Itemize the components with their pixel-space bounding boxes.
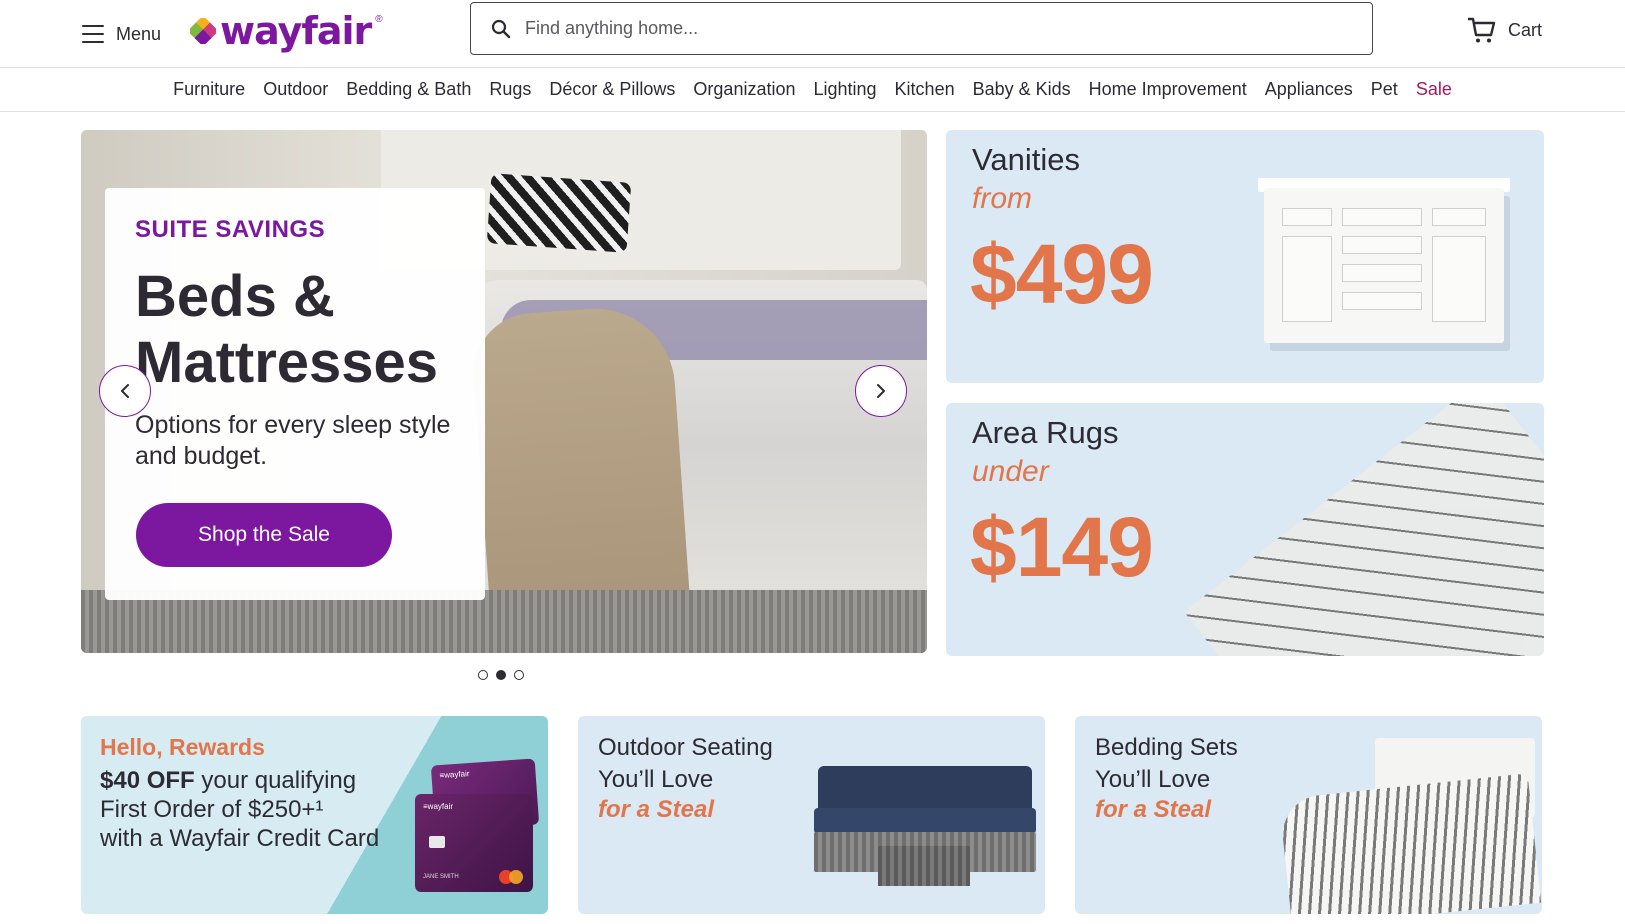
vanity-drawer (1342, 292, 1422, 310)
bedding-set-image (1278, 773, 1542, 914)
rewards-line-1: your qualifying (194, 767, 357, 794)
bedding-steal: for a Steal (1095, 796, 1212, 823)
promo-vanities-price: $499 (970, 227, 1154, 321)
carousel-dot-2[interactable] (496, 670, 506, 680)
menu-label: Menu (116, 23, 162, 44)
chevron-right-icon (877, 384, 885, 398)
nav-baby-kids[interactable]: Baby & Kids (973, 79, 1071, 100)
card-brand-text: ≡wayfair (439, 769, 470, 781)
carousel-dots (478, 670, 524, 680)
card-chip-icon (429, 836, 445, 848)
menu-button[interactable]: Menu (82, 16, 161, 52)
vanity-drawer (1282, 208, 1332, 226)
nav-decor-pillows[interactable]: Décor & Pillows (549, 79, 675, 100)
outdoor-steal: for a Steal (598, 796, 715, 823)
promo-vanities-label: Vanities (972, 142, 1080, 177)
vanity-drawer (1342, 208, 1422, 226)
rewards-line-2: First Order of $250+¹ (100, 796, 324, 823)
logo-wordmark: wayfair (220, 9, 372, 53)
bedding-title: Bedding Sets You’ll Love (1095, 732, 1238, 796)
shop-the-sale-button[interactable]: Shop the Sale (136, 503, 392, 567)
search-icon[interactable] (491, 19, 511, 39)
tile-outdoor-seating[interactable]: Outdoor Seating You’ll Love for a Steal (578, 716, 1045, 914)
carousel-next-button[interactable] (855, 365, 907, 417)
tile-bedding-sets[interactable]: Bedding Sets You’ll Love for a Steal (1075, 716, 1542, 914)
category-nav: Furniture Outdoor Bedding & Bath Rugs Dé… (0, 68, 1625, 112)
vanity-door (1432, 236, 1486, 322)
vanity-door (1282, 236, 1332, 322)
bedding-line-2: You’ll Love (1095, 766, 1211, 793)
outdoor-title: Outdoor Seating You’ll Love (598, 732, 773, 796)
nav-sale[interactable]: Sale (1416, 79, 1452, 100)
carousel-dot-1[interactable] (478, 670, 488, 680)
outdoor-line-2: You’ll Love (598, 766, 714, 793)
bedding-line-1: Bedding Sets (1095, 734, 1238, 761)
nav-outdoor[interactable]: Outdoor (263, 79, 328, 100)
nav-kitchen[interactable]: Kitchen (895, 79, 955, 100)
promo-rugs-label: Area Rugs (972, 415, 1119, 450)
card-brand-text: ≡wayfair (423, 802, 454, 811)
rewards-offer: $40 OFF (100, 767, 195, 794)
outdoor-sofa-seat-image (814, 808, 1036, 834)
carousel-prev-button[interactable] (99, 365, 151, 417)
rewards-title: Hello, Rewards (100, 734, 265, 760)
nav-lighting[interactable]: Lighting (813, 79, 876, 100)
top-header: Menu wayfair ® Cart (0, 0, 1625, 68)
nav-home-improvement[interactable]: Home Improvement (1089, 79, 1247, 100)
nav-bedding-bath[interactable]: Bedding & Bath (346, 79, 471, 100)
promo-rugs-qualifier: under (972, 455, 1049, 488)
hero-eyebrow: SUITE SAVINGS (135, 216, 326, 243)
logo-mark-icon (190, 18, 216, 44)
outdoor-line-1: Outdoor Seating (598, 734, 773, 761)
trademark-mark: ® (375, 14, 383, 25)
cart-label: Cart (1508, 19, 1543, 40)
chevron-left-icon (121, 384, 129, 398)
search-input[interactable] (525, 3, 1372, 54)
credit-card-image: ≡wayfair JANE SMITH (415, 794, 533, 892)
promo-area-rugs[interactable]: Area Rugs under $149 (946, 403, 1544, 656)
cart-icon (1468, 17, 1496, 43)
hamburger-icon (82, 25, 104, 43)
search-bar[interactable] (470, 2, 1373, 55)
hero-title: Beds & Mattresses (135, 264, 439, 395)
carousel-dot-3[interactable] (514, 670, 524, 680)
promo-vanities-qualifier: from (972, 182, 1032, 215)
vanity-drawer (1342, 236, 1422, 254)
card-holder-text: JANE SMITH (423, 874, 459, 880)
hero-text-card: SUITE SAVINGS Beds & Mattresses Options … (105, 188, 485, 600)
promo-vanities[interactable]: Vanities from $499 (946, 130, 1544, 383)
mastercard-icon (509, 870, 523, 884)
area-rug-image (1183, 403, 1544, 656)
nav-pet[interactable]: Pet (1371, 79, 1398, 100)
nav-appliances[interactable]: Appliances (1265, 79, 1353, 100)
vanity-drawer (1432, 208, 1486, 226)
nav-furniture[interactable]: Furniture (173, 79, 245, 100)
cart-button[interactable]: Cart (1466, 12, 1542, 48)
tile-rewards[interactable]: Hello, Rewards $40 OFF your qualifying F… (81, 716, 548, 914)
rewards-body: $40 OFF your qualifying First Order of $… (100, 766, 410, 853)
vanity-drawer (1342, 264, 1422, 282)
rewards-line-3: with a Wayfair Credit Card (100, 825, 380, 852)
outdoor-table-image (878, 846, 970, 886)
nav-organization[interactable]: Organization (693, 79, 795, 100)
wayfair-logo[interactable]: wayfair ® (190, 6, 383, 56)
hero-subtitle: Options for every sleep style and budget… (135, 411, 451, 470)
promo-rugs-price: $149 (970, 500, 1154, 594)
vanity-image (1264, 188, 1504, 343)
hero-carousel[interactable]: SUITE SAVINGS Beds & Mattresses Options … (81, 130, 927, 653)
pillow-image (486, 173, 632, 253)
nav-rugs[interactable]: Rugs (489, 79, 531, 100)
